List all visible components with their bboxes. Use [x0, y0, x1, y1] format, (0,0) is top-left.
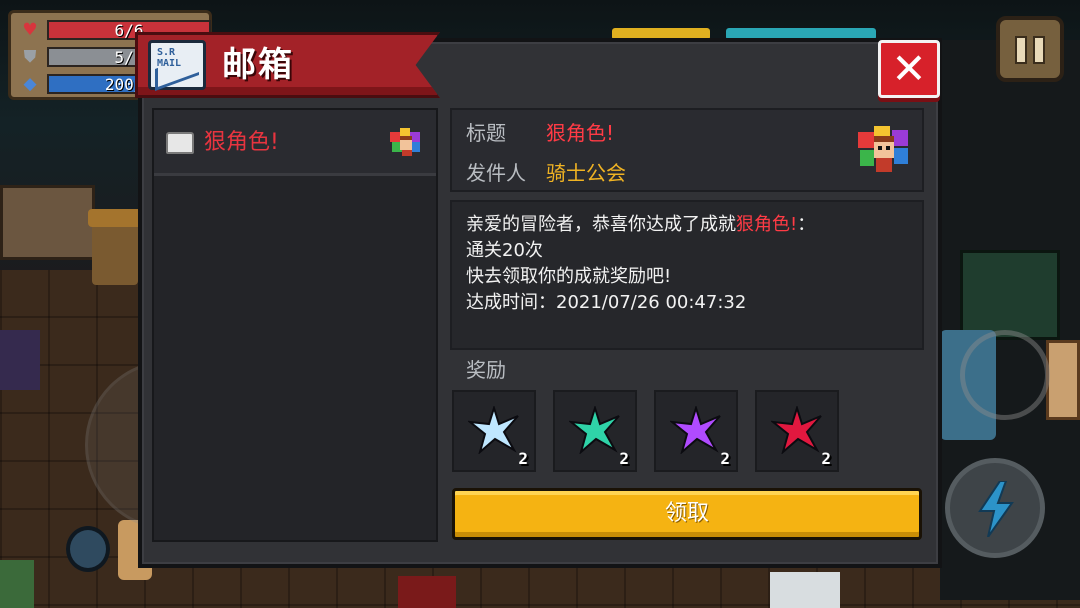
- npc-purple: [0, 330, 40, 390]
- claim-button-label: 领取: [664, 501, 709, 526]
- npc-white: [770, 572, 840, 608]
- skill-button[interactable]: [945, 458, 1045, 558]
- dialog-title: 邮箱: [222, 45, 294, 85]
- green-crystal-icon: [569, 406, 620, 454]
- npc-hat: [88, 209, 142, 227]
- body-line-4: 达成时间：2021/07/26 00:47:32: [466, 292, 747, 313]
- npc-green: [0, 560, 34, 608]
- reward-slot-2: 2: [553, 390, 637, 472]
- claim-button[interactable]: 领取: [452, 488, 922, 540]
- sender-value: 骑士公会: [546, 161, 626, 185]
- pause-icon-left: [1015, 36, 1027, 64]
- body-line-1: 亲爱的冒险者，恭喜你达成了成就狠角色!：: [466, 212, 908, 238]
- achievement-name: 狠角色!: [736, 214, 798, 235]
- close-button[interactable]: ✕: [878, 40, 940, 98]
- blue-crystal-icon: [468, 406, 519, 454]
- sender-label: 发件人: [466, 161, 526, 185]
- envelope-icon: [166, 132, 194, 154]
- diamond-icon: ◆: [23, 74, 37, 94]
- sender-avatar-large-icon: [858, 126, 908, 172]
- body-line-3: 快去领取你的成就奖励吧!: [466, 266, 672, 287]
- body-line-2: 通关20次: [466, 240, 543, 261]
- lightning-icon: [978, 481, 1014, 537]
- mail-list: 狠角色!: [152, 108, 438, 542]
- red-crystal-icon: [771, 406, 822, 454]
- reward-count-4: 2: [821, 449, 831, 468]
- body-line-1-text: 亲爱的冒险者，恭喜你达成了成就: [466, 214, 736, 235]
- reward-count-3: 2: [720, 449, 730, 468]
- mail-item-subject: 狠角色!: [204, 130, 279, 155]
- barrel: [66, 526, 110, 572]
- reward-slot-1: 2: [452, 390, 536, 472]
- npc-red: [398, 576, 456, 608]
- pause-button[interactable]: [996, 16, 1064, 82]
- body-line-1-colon: ：: [797, 214, 816, 235]
- title-label: 标题: [466, 121, 506, 145]
- weapon-swap-ring[interactable]: [960, 330, 1050, 420]
- mail-detail-header: 标题 狠角色! 发件人 骑士公会: [450, 108, 924, 192]
- wall-shelf: [960, 250, 1060, 340]
- wall-sign: [1046, 340, 1080, 420]
- pause-icon-right: [1033, 36, 1045, 64]
- close-icon: ✕: [891, 44, 927, 93]
- mail-body: 亲爱的冒险者，恭喜你达成了成就狠角色!： 通关20次 快去领取你的成就奖励吧! …: [450, 200, 924, 350]
- heart-icon: ♥: [22, 20, 38, 40]
- left-shelf: [0, 185, 95, 260]
- reward-count-1: 2: [518, 449, 528, 468]
- npc-cowboy: [88, 209, 142, 285]
- reward-slot-3: 2: [654, 390, 738, 472]
- title-value: 狠角色!: [546, 121, 615, 145]
- reward-count-2: 2: [619, 449, 629, 468]
- reward-slot-4: 2: [755, 390, 839, 472]
- mail-list-item[interactable]: 狠角色!: [154, 110, 436, 176]
- rewards-label: 奖励: [466, 358, 506, 382]
- shield-icon: ⛊: [23, 47, 37, 67]
- purple-crystal-icon: [670, 406, 721, 454]
- mail-icon: S.R MAIL: [148, 40, 206, 92]
- sender-avatar-icon: [390, 128, 420, 156]
